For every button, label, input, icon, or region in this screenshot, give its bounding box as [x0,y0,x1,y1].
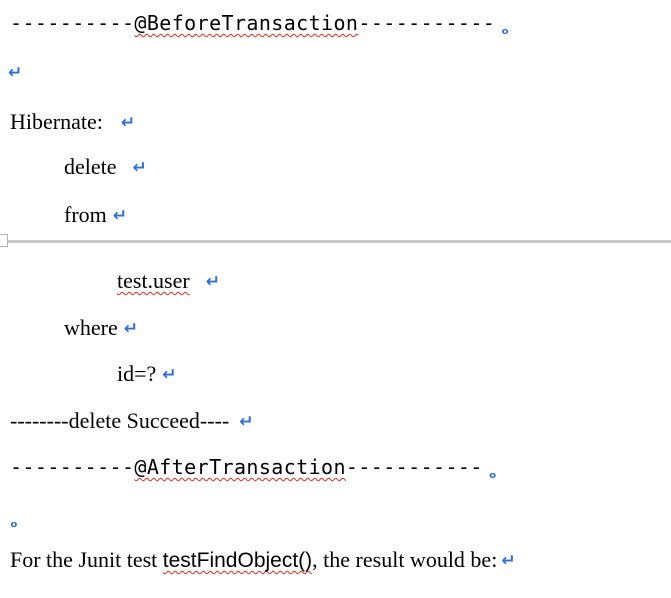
before-transaction-annotation: @BeforeTransaction [134,11,359,35]
condition-line: id=? ↵ [117,363,177,385]
junit-prefix: For the Junit test [10,547,163,572]
after-transaction-line: ----------@AfterTransaction----------- ₒ [10,457,497,481]
junit-result-line: For the Junit test testFindObject(), the… [10,547,516,572]
paragraph-mark-icon: ↵ [162,365,177,385]
from-keyword: from [64,202,107,227]
paragraph-mark-icon: ↵ [239,412,254,432]
hibernate-label: Hibernate: [10,109,103,134]
paragraph-mark-icon: ↵ [501,551,516,571]
delete-result-text: --------delete Succeed---- [10,408,230,433]
after-dashes-right: ----------- [345,455,483,479]
delete-line: delete ↵ [64,156,147,178]
small-mark-icon: ₒ [488,463,497,482]
paragraph-mark-icon: ↵ [8,63,23,83]
from-line: from ↵ [64,204,127,226]
table-name: test.user [117,268,190,293]
condition-text: id=? [117,361,157,386]
paragraph-mark-icon: ↵ [132,158,147,178]
small-mark-icon: ₒ [501,19,510,38]
empty-paragraph: ↵ [8,61,22,83]
hibernate-line: Hibernate: ↵ [10,111,135,133]
page-break-divider [0,240,671,243]
page-break-handle[interactable] [0,234,8,247]
paragraph-mark-icon: ↵ [112,206,128,226]
delete-result-line: --------delete Succeed---- ↵ [10,410,253,432]
delete-keyword: delete [64,154,117,179]
paragraph-mark-icon: ↵ [120,113,136,133]
before-dashes-left: ---------- [10,11,135,35]
after-transaction-annotation: @AfterTransaction [134,455,346,479]
before-dashes-right: ----------- [358,11,496,35]
where-keyword: where [64,315,118,340]
table-line: test.user ↵ [117,270,220,292]
junit-method-name: testFindObject() [162,549,313,572]
where-line: where ↵ [64,317,138,339]
after-dashes-left: ---------- [10,455,135,479]
before-transaction-line: ----------@BeforeTransaction----------- ₒ [10,13,509,37]
paragraph-mark-icon: ↵ [205,272,220,292]
junit-suffix: , the result would be: [312,547,498,572]
small-mark-icon: ₒ [10,512,18,531]
paragraph-mark-icon: ↵ [123,319,138,339]
small-mark-paragraph: ₒ [10,505,18,530]
